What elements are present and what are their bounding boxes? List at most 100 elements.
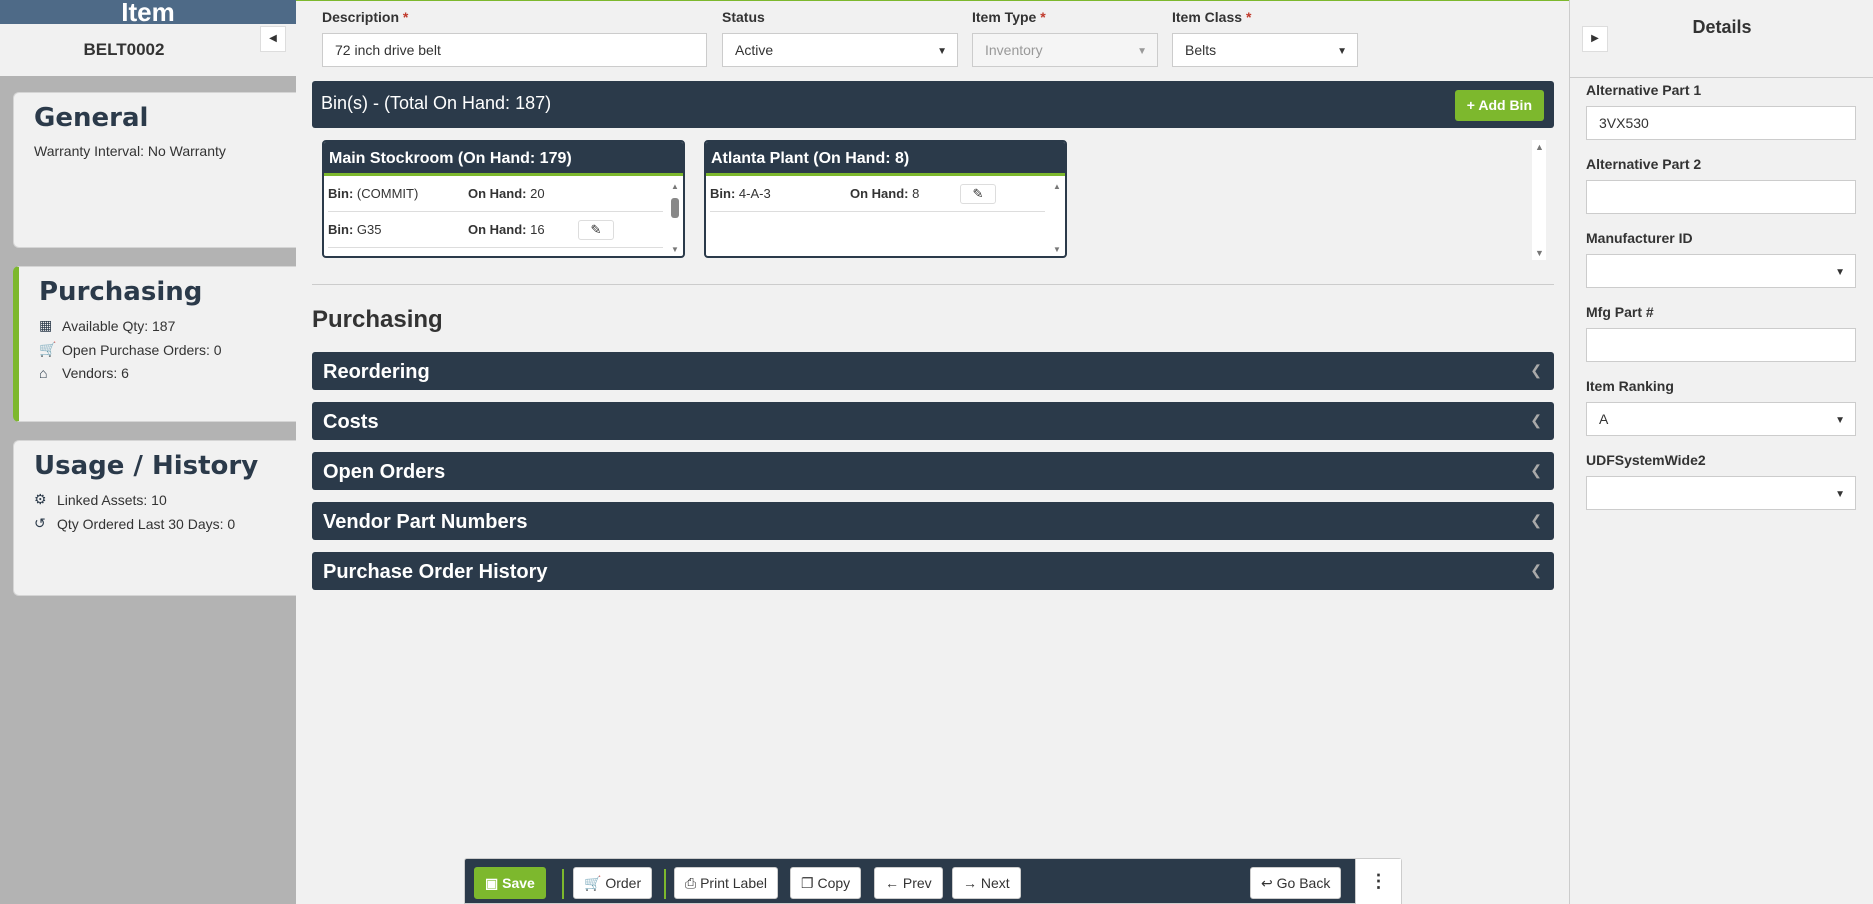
item-type-label: Item Type [972, 9, 1037, 25]
bin-location-title: Atlanta Plant (On Hand: 8) [706, 142, 1065, 176]
bin-row: Bin: (COMMIT) On Hand: 20 [328, 176, 663, 212]
mfg-part-field: Mfg Part # [1586, 304, 1856, 362]
chevron-left-icon: ❮ [1530, 562, 1542, 578]
cart-icon: 🛒 [584, 875, 602, 891]
status-label: Status [722, 9, 765, 25]
item-class-select[interactable]: Belts ▼ [1172, 33, 1358, 67]
scroll-thumb[interactable] [671, 198, 679, 218]
chevron-left-icon: ❮ [1530, 462, 1542, 478]
status-field: Status Active ▼ [722, 9, 958, 67]
scroll-down-icon: ▼ [671, 245, 679, 254]
alternative-part-2-input[interactable] [1586, 180, 1856, 214]
divider [312, 284, 1554, 285]
bin-row: Bin: 4-A-3 On Hand: 8 ✎ [710, 176, 1045, 212]
scroll-down-icon: ▼ [1535, 248, 1544, 258]
prev-button[interactable]: ← Prev [874, 867, 943, 899]
scroll-up-icon: ▲ [671, 182, 679, 191]
mfg-part-input[interactable] [1586, 328, 1856, 362]
caret-down-icon: ▼ [1137, 46, 1147, 57]
add-bin-button[interactable]: + Add Bin [1454, 90, 1544, 121]
pencil-icon: ✎ [591, 258, 602, 259]
cart-icon: 🛒 [39, 341, 57, 357]
save-button[interactable]: ▣ Save [474, 867, 546, 899]
manufacturer-id-field: Manufacturer ID ▼ [1586, 230, 1856, 288]
udf-system-wide-2-select[interactable]: ▼ [1586, 476, 1856, 510]
pencil-icon: ✎ [590, 221, 602, 237]
open-orders-panel[interactable]: Open Orders ❮ [312, 452, 1554, 490]
vendor-part-numbers-panel[interactable]: Vendor Part Numbers ❮ [312, 502, 1554, 540]
general-card[interactable]: General Warranty Interval: No Warranty [13, 92, 296, 248]
ellipsis-vertical-icon: ⋮ [1369, 871, 1388, 891]
caret-down-icon: ▼ [1835, 489, 1845, 500]
bins-header: Bin(s) - (Total On Hand: 187) + Add Bin [312, 81, 1554, 128]
vendors-count: Vendors: 6 [62, 365, 129, 381]
scroll-down-icon: ▼ [1053, 245, 1061, 254]
gears-icon: ⚙ [34, 491, 47, 507]
edit-bin-button[interactable]: ✎ [578, 255, 614, 259]
caret-down-icon: ▼ [1835, 415, 1845, 426]
status-select[interactable]: Active ▼ [722, 33, 958, 67]
caret-left-icon: ◀ [269, 33, 277, 44]
history-icon: ↺ [34, 515, 46, 531]
edit-bin-button[interactable]: ✎ [578, 219, 614, 240]
bin-scrollbar[interactable]: ▲ ▼ [669, 178, 681, 254]
bin-row: Bin: G35 On Hand: 16 ✎ [328, 212, 663, 248]
floppy-icon: ▣ [485, 875, 499, 891]
edit-bin-button[interactable]: ✎ [960, 183, 996, 204]
bottom-toolbar: ▣ Save 🛒 Order ⎙ Print Label ❐ Copy ← Pr… [464, 858, 1402, 904]
item-code: BELT0002 [83, 40, 165, 59]
udf-system-wide-2-field: UDFSystemWide2 ▼ [1586, 452, 1856, 510]
purchase-order-history-panel[interactable]: Purchase Order History ❮ [312, 552, 1554, 590]
print-label-button[interactable]: ⎙ Print Label [674, 867, 779, 899]
warehouse-icon: ⌂ [39, 365, 48, 381]
bins-title: Bin(s) - (Total On Hand: 187) [321, 93, 552, 113]
purchasing-card[interactable]: Purchasing ▦ Available Qty: 187 🛒 Open Pur… [13, 266, 296, 422]
alternative-part-1-field: Alternative Part 1 3VX530 [1586, 82, 1856, 140]
bin-location-card: Atlanta Plant (On Hand: 8) Bin: 4-A-3 On… [704, 140, 1067, 258]
bin-row: Bin: TT On Hand: 41 ✎ [328, 248, 663, 259]
item-ranking-field: Item Ranking A ▼ [1586, 378, 1856, 436]
manufacturer-id-select[interactable]: ▼ [1586, 254, 1856, 288]
chevron-left-icon: ❮ [1530, 412, 1542, 428]
arrow-right-icon: → [963, 875, 977, 891]
item-class-label: Item Class [1172, 9, 1243, 25]
bins-area: Main Stockroom (On Hand: 179) Bin: (COMM… [312, 130, 1554, 264]
scroll-up-icon: ▲ [1535, 142, 1544, 152]
alternative-part-1-input[interactable]: 3VX530 [1586, 106, 1856, 140]
next-button[interactable]: → Next [952, 867, 1021, 899]
general-card-title: General [34, 103, 149, 133]
description-label: Description [322, 9, 400, 25]
details-panel: ▶ Details Alternative Part 1 3VX530 Alte… [1569, 0, 1873, 904]
pencil-icon: ✎ [972, 185, 984, 201]
bin-location-title: Main Stockroom (On Hand: 179) [324, 142, 683, 176]
costs-panel[interactable]: Costs ❮ [312, 402, 1554, 440]
reordering-panel[interactable]: Reordering ❮ [312, 352, 1554, 390]
details-title: Details [1692, 17, 1752, 37]
more-button[interactable]: ⋮ [1355, 859, 1401, 904]
copy-icon: ❐ [801, 875, 814, 891]
bins-scrollbar[interactable]: ▲ ▼ [1532, 140, 1546, 260]
copy-button[interactable]: ❐ Copy [790, 867, 862, 899]
chevron-left-icon: ❮ [1530, 362, 1542, 378]
item-type-select[interactable]: Inventory ▼ [972, 33, 1158, 67]
scroll-up-icon: ▲ [1053, 182, 1061, 191]
usage-card[interactable]: Usage / History ⚙ Linked Assets: 10 ↺ Qty … [13, 440, 296, 596]
item-ranking-select[interactable]: A ▼ [1586, 402, 1856, 436]
go-back-button[interactable]: ↩ Go Back [1250, 867, 1342, 899]
caret-down-icon: ▼ [1835, 267, 1845, 278]
order-button[interactable]: 🛒 Order [573, 867, 653, 899]
description-field: Description * 72 inch drive belt [322, 9, 707, 67]
arrow-left-icon: ← [885, 875, 899, 891]
available-qty: Available Qty: 187 [62, 317, 176, 334]
chevron-left-icon: ❮ [1530, 512, 1542, 528]
description-input[interactable]: 72 inch drive belt [322, 33, 707, 67]
item-header: Item BELT0002 ◀ [0, 0, 296, 76]
bin-scrollbar[interactable]: ▲ ▼ [1051, 178, 1063, 254]
bin-location-card: Main Stockroom (On Hand: 179) Bin: (COMM… [322, 140, 685, 258]
linked-assets: Linked Assets: 10 [57, 491, 167, 508]
item-type-field: Item Type * Inventory ▼ [972, 9, 1158, 67]
open-purchase-orders: Open Purchase Orders: 0 [62, 341, 222, 358]
left-sidebar: Item BELT0002 ◀ General Warranty Interva… [0, 0, 296, 904]
collapse-left-button[interactable]: ◀ [260, 26, 286, 52]
calendar-icon: ▦ [39, 317, 53, 333]
